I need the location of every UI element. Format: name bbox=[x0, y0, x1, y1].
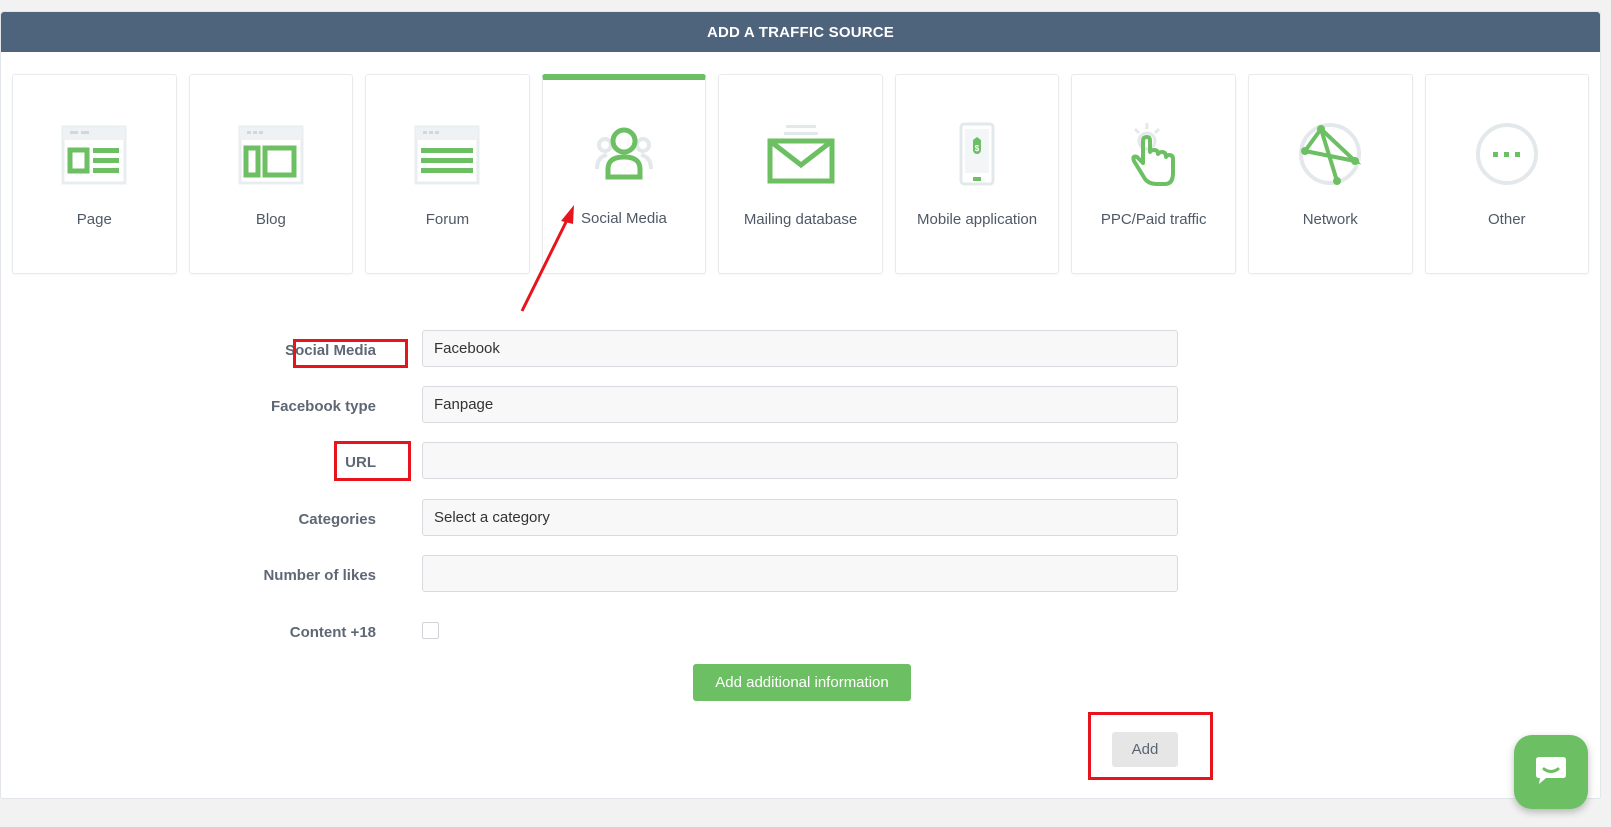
add-additional-info-button[interactable]: Add additional information bbox=[693, 664, 911, 701]
chat-button[interactable] bbox=[1514, 735, 1588, 809]
likes-label: Number of likes bbox=[263, 567, 376, 584]
categories-label: Categories bbox=[298, 511, 376, 528]
chat-icon bbox=[1534, 755, 1568, 790]
facebook-type-row: Facebook type Fanpage bbox=[0, 386, 1180, 423]
social-media-row: Social Media Facebook bbox=[0, 330, 1180, 367]
url-input[interactable] bbox=[422, 442, 1178, 479]
facebook-type-label: Facebook type bbox=[270, 398, 376, 415]
add-button-highlight bbox=[1088, 712, 1213, 780]
social-media-select[interactable]: Facebook bbox=[422, 330, 1178, 367]
url-highlight bbox=[334, 441, 411, 481]
social-media-highlight bbox=[293, 339, 408, 368]
content-18-checkbox[interactable] bbox=[422, 622, 439, 639]
likes-row: Number of likes bbox=[0, 555, 1180, 592]
url-row: URL bbox=[0, 442, 1180, 479]
likes-input[interactable] bbox=[422, 555, 1178, 592]
content-18-row: Content +18 bbox=[0, 620, 1180, 657]
facebook-type-select[interactable]: Fanpage bbox=[422, 386, 1178, 423]
categories-row: Categories Select a category bbox=[0, 499, 1180, 536]
content-18-label: Content +18 bbox=[289, 624, 376, 641]
categories-select[interactable]: Select a category bbox=[422, 499, 1178, 536]
